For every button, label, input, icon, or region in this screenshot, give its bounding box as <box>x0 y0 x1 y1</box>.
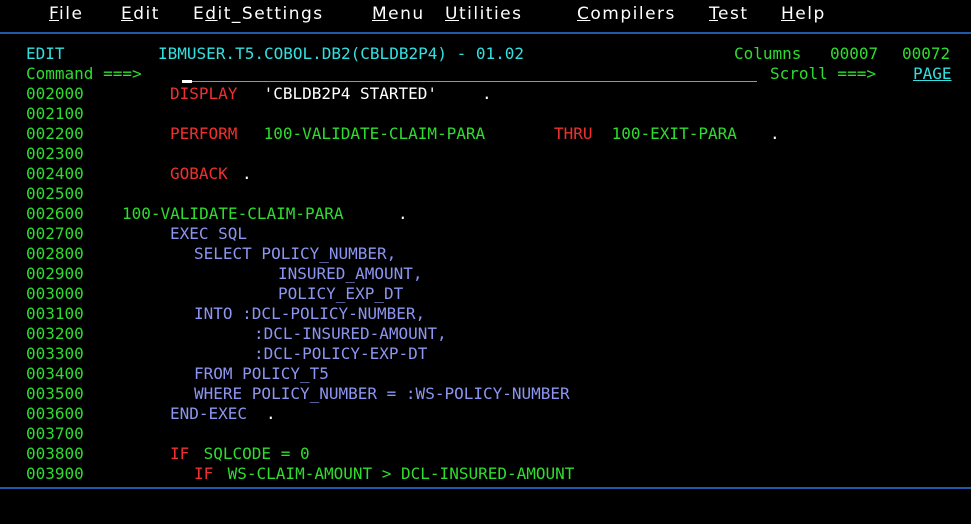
line-number[interactable]: 002300 <box>26 144 84 164</box>
source-line: 002800 SELECT POLICY_NUMBER, <box>0 244 971 264</box>
scroll-amount-field[interactable]: PAGE <box>913 64 952 84</box>
line-number[interactable]: 003500 <box>26 384 84 404</box>
source-line: 003500 WHERE POLICY_NUMBER = :WS-POLICY-… <box>0 384 971 404</box>
period[interactable]: . <box>398 204 408 224</box>
dataset-name: IBMUSER.T5.COBOL.DB2(CBLDB2P4) - 01.02 <box>158 44 525 63</box>
paragraph-name[interactable]: 100-EXIT-PARA <box>602 124 737 144</box>
period[interactable]: . <box>266 404 276 424</box>
line-number[interactable]: 003700 <box>26 424 84 444</box>
sql-code[interactable]: :DCL-POLICY-EXP-DT <box>254 344 427 364</box>
command-input-underline <box>182 81 757 82</box>
source-line: 002600 100-VALIDATE-CLAIM-PARA. <box>0 204 971 224</box>
source-line: 002400 GOBACK. <box>0 164 971 184</box>
source-line: 003400 FROM POLICY_T5 <box>0 364 971 384</box>
line-number[interactable]: 002200 <box>26 124 84 144</box>
source-line: 002000 DISPLAY 'CBLDB2P4 STARTED'. <box>0 84 971 104</box>
menu-test[interactable]: Test <box>709 4 748 24</box>
line-number[interactable]: 003200 <box>26 324 84 344</box>
line-number[interactable]: 003000 <box>26 284 84 304</box>
sql-code[interactable]: EXEC SQL <box>170 224 247 244</box>
menu-utilities[interactable]: Utilities <box>445 4 523 24</box>
scroll-label: Scroll ===> <box>770 64 876 83</box>
source-line: 003700 <box>0 424 971 444</box>
period[interactable]: . <box>242 164 252 184</box>
edit-mode-label: EDIT <box>26 44 65 63</box>
keyword[interactable]: IF <box>194 464 213 484</box>
condition[interactable]: SQLCODE = 0 <box>194 444 310 464</box>
menu-help[interactable]: Help <box>781 4 826 24</box>
source-line: 003800 IF SQLCODE = 0 <box>0 444 971 464</box>
line-number[interactable]: 002800 <box>26 244 84 264</box>
source-line: 002200 PERFORM 100-VALIDATE-CLAIM-PARA T… <box>0 124 971 144</box>
string-literal[interactable]: 'CBLDB2P4 STARTED' <box>254 84 437 104</box>
line-number[interactable]: 003800 <box>26 444 84 464</box>
keyword[interactable]: THRU <box>554 124 593 144</box>
command-row: Command ===> Scroll ===> PAGE <box>0 64 971 84</box>
line-number[interactable]: 002600 <box>26 204 84 224</box>
keyword[interactable]: DISPLAY <box>170 84 237 104</box>
line-number[interactable]: 002500 <box>26 184 84 204</box>
source-line: 003200 :DCL-INSURED-AMOUNT, <box>0 324 971 344</box>
line-number[interactable]: 003400 <box>26 364 84 384</box>
source-line: 002300 <box>0 144 971 164</box>
source-line: 002700 EXEC SQL <box>0 224 971 244</box>
period[interactable]: . <box>482 84 492 104</box>
line-number[interactable]: 002100 <box>26 104 84 124</box>
source-line: 003600 END-EXEC. <box>0 404 971 424</box>
source-line: 002500 <box>0 184 971 204</box>
columns-to: 00072 <box>902 44 951 63</box>
condition[interactable]: WS-CLAIM-AMOUNT > DCL-INSURED-AMOUNT <box>218 464 575 484</box>
menu-edit[interactable]: Edit <box>121 4 160 24</box>
keyword[interactable]: GOBACK <box>170 164 228 184</box>
text-cursor <box>182 80 192 83</box>
sql-code[interactable]: POLICY_EXP_DT <box>278 284 403 304</box>
menu-menu[interactable]: Menu <box>372 4 425 24</box>
edit-header-row: EDIT IBMUSER.T5.COBOL.DB2(CBLDB2P4) - 01… <box>0 44 971 64</box>
line-number[interactable]: 003900 <box>26 464 84 484</box>
source-line: 003000 POLICY_EXP_DT <box>0 284 971 304</box>
line-number[interactable]: 002000 <box>26 84 84 104</box>
line-number[interactable]: 002400 <box>26 164 84 184</box>
period[interactable]: . <box>770 124 780 144</box>
command-label: Command ===> <box>26 64 142 83</box>
source-line: 003300 :DCL-POLICY-EXP-DT <box>0 344 971 364</box>
menu-edit-settings[interactable]: Edit_Settings <box>193 4 324 24</box>
sql-code[interactable]: END-EXEC <box>170 404 247 424</box>
source-line: 002100 <box>0 104 971 124</box>
sql-code[interactable]: INSURED_AMOUNT, <box>278 264 423 284</box>
sql-code[interactable]: SELECT POLICY_NUMBER, <box>194 244 396 264</box>
line-number[interactable]: 002900 <box>26 264 84 284</box>
line-number[interactable]: 002700 <box>26 224 84 244</box>
source-line: 003100 INTO :DCL-POLICY-NUMBER, <box>0 304 971 324</box>
columns-label: Columns <box>734 44 802 63</box>
sql-code[interactable]: WHERE POLICY_NUMBER = :WS-POLICY-NUMBER <box>194 384 570 404</box>
columns-from: 00007 <box>830 44 879 63</box>
source-line: 002900 INSURED_AMOUNT, <box>0 264 971 284</box>
menu-file[interactable]: File <box>49 4 83 24</box>
line-number[interactable]: 003300 <box>26 344 84 364</box>
source-line: 003900 IF WS-CLAIM-AMOUNT > DCL-INSURED-… <box>0 464 971 484</box>
line-number[interactable]: 003600 <box>26 404 84 424</box>
sql-code[interactable]: INTO :DCL-POLICY-NUMBER, <box>194 304 425 324</box>
keyword[interactable]: IF <box>170 444 189 464</box>
sql-code[interactable]: :DCL-INSURED-AMOUNT, <box>254 324 447 344</box>
line-number[interactable]: 003100 <box>26 304 84 324</box>
paragraph-name[interactable]: 100-VALIDATE-CLAIM-PARA <box>254 124 495 144</box>
menu-bar: File Edit Edit_Settings Menu Utilities C… <box>0 0 971 34</box>
paragraph-name[interactable]: 100-VALIDATE-CLAIM-PARA <box>122 204 344 224</box>
sql-code[interactable]: FROM POLICY_T5 <box>194 364 329 384</box>
keyword[interactable]: PERFORM <box>170 124 237 144</box>
menu-compilers[interactable]: Compilers <box>577 4 676 24</box>
